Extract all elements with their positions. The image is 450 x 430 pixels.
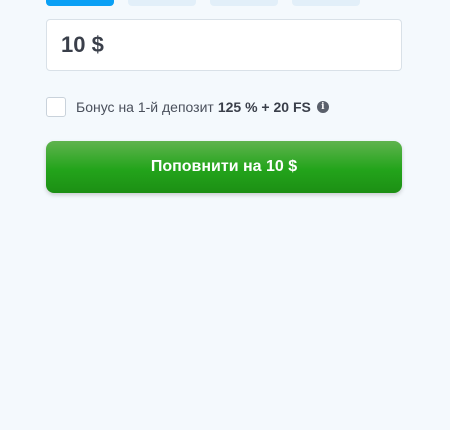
amount-preset-tab-3[interactable]: [210, 0, 278, 6]
info-icon[interactable]: i: [316, 101, 329, 113]
deposit-button[interactable]: Поповнити на 10 $: [46, 141, 402, 193]
amount-preset-tab-1[interactable]: [46, 0, 114, 6]
amount-preset-tab-2[interactable]: [128, 0, 196, 6]
bonus-label: Бонус на 1-й депозит: [76, 99, 214, 115]
bonus-checkbox[interactable]: [46, 97, 66, 117]
amount-preset-tab-4[interactable]: [292, 0, 360, 6]
amount-value: 10 $: [61, 32, 104, 57]
amount-input[interactable]: 10 $: [46, 19, 402, 71]
bonus-option: Бонус на 1-й депозит 125 % + 20 FS i: [46, 96, 329, 118]
deposit-button-label: Поповнити на 10 $: [150, 158, 298, 175]
amount-preset-tabs: [46, 0, 360, 6]
bonus-value: 125 % + 20 FS: [217, 99, 311, 115]
